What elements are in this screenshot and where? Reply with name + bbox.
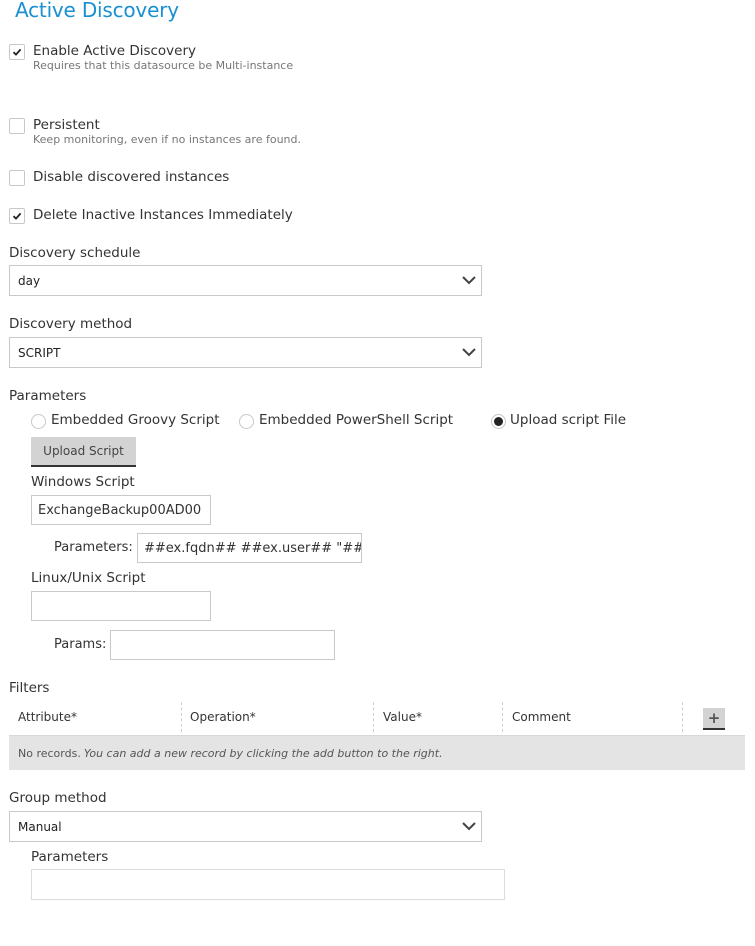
linux-script-params-input[interactable] <box>110 630 335 660</box>
discovery-method-select[interactable]: SCRIPT <box>9 337 482 368</box>
disable-discovered-instances-label: Disable discovered instances <box>33 169 230 185</box>
add-filter-button[interactable]: + <box>703 708 725 730</box>
persistent-hint: Keep monitoring, even if no instances ar… <box>33 133 301 146</box>
column-divider <box>502 702 503 732</box>
column-header-operation[interactable]: Operation* <box>190 710 256 724</box>
persistent-label: Persistent <box>33 117 100 133</box>
page-title: Active Discovery <box>15 0 179 22</box>
filters-empty-row: No records. You can add a new record by … <box>9 736 745 770</box>
discovery-schedule-value: day <box>18 273 41 288</box>
checkmark-icon <box>12 212 22 220</box>
radio-embedded-groovy-label: Embedded Groovy Script <box>51 412 220 428</box>
group-method-select[interactable]: Manual <box>9 811 482 842</box>
group-method-parameters-label: Parameters <box>31 849 109 865</box>
discovery-schedule-select[interactable]: day <box>9 265 482 296</box>
linux-script-input[interactable] <box>31 591 211 621</box>
no-records-message: You can add a new record by clicking the… <box>83 746 443 760</box>
disable-discovered-instances-checkbox[interactable] <box>9 170 25 186</box>
enable-active-discovery-label: Enable Active Discovery <box>33 43 197 59</box>
column-divider <box>682 702 683 732</box>
windows-script-label: Windows Script <box>31 474 135 490</box>
no-records-label: No records. <box>18 746 81 760</box>
windows-script-params-value: ##ex.fqdn## ##ex.user## "## <box>144 540 362 556</box>
radio-embedded-powershell-label: Embedded PowerShell Script <box>259 412 454 428</box>
column-divider <box>181 702 182 732</box>
group-method-value: Manual <box>18 819 62 834</box>
linux-script-params-label: Params: <box>54 637 107 652</box>
enable-active-discovery-hint: Requires that this datasource be Multi-i… <box>33 59 294 72</box>
discovery-method-value: SCRIPT <box>18 345 61 360</box>
filters-label: Filters <box>9 680 50 696</box>
group-method-label: Group method <box>9 790 107 806</box>
plus-icon: + <box>707 709 721 727</box>
chevron-down-icon <box>462 276 476 285</box>
windows-script-params-label: Parameters: <box>54 540 133 555</box>
discovery-method-label: Discovery method <box>9 316 133 332</box>
parameters-label: Parameters <box>9 388 87 404</box>
radio-selected-dot <box>494 417 503 426</box>
radio-embedded-groovy[interactable] <box>31 414 46 429</box>
chevron-down-icon <box>462 348 476 357</box>
column-divider <box>373 702 374 732</box>
enable-active-discovery-checkbox[interactable] <box>9 44 25 60</box>
column-header-attribute[interactable]: Attribute* <box>18 710 77 724</box>
delete-inactive-instances-checkbox[interactable] <box>9 208 25 224</box>
radio-upload-script-file[interactable] <box>491 414 506 429</box>
radio-upload-script-file-label: Upload script File <box>510 412 627 428</box>
radio-embedded-powershell[interactable] <box>239 414 254 429</box>
group-method-parameters-input[interactable] <box>31 869 505 900</box>
persistent-checkbox[interactable] <box>9 118 25 134</box>
column-header-value[interactable]: Value* <box>383 710 422 724</box>
upload-script-button[interactable]: Upload Script <box>31 437 136 467</box>
delete-inactive-instances-label: Delete Inactive Instances Immediately <box>33 207 293 223</box>
discovery-schedule-label: Discovery schedule <box>9 245 141 261</box>
windows-script-input[interactable]: ExchangeBackup00AD00 <box>31 495 211 525</box>
checkmark-icon <box>12 48 22 56</box>
windows-script-params-input[interactable]: ##ex.fqdn## ##ex.user## "## <box>137 533 362 563</box>
linux-script-label: Linux/Unix Script <box>31 570 146 586</box>
column-header-comment[interactable]: Comment <box>512 710 571 724</box>
chevron-down-icon <box>462 822 476 831</box>
windows-script-value: ExchangeBackup00AD00 <box>38 502 202 518</box>
